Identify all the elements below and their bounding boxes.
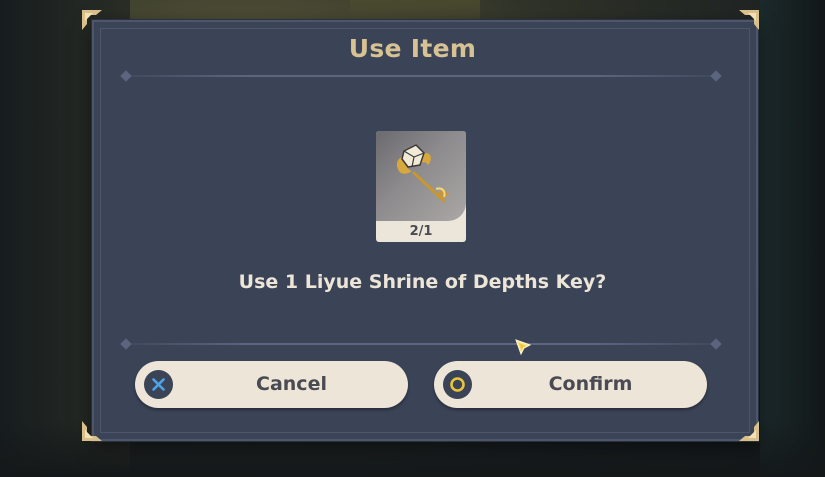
corner-ornament-icon — [738, 420, 760, 442]
confirm-question: Use 1 Liyue Shrine of Depths Key? — [238, 271, 607, 293]
background-right — [760, 0, 825, 477]
golden-key-icon — [376, 131, 466, 221]
cursor-icon — [514, 338, 532, 356]
cross-button-icon — [144, 370, 173, 399]
corner-ornament-icon — [81, 420, 103, 442]
circle-button-icon — [443, 370, 472, 399]
confirm-button[interactable]: Confirm — [434, 361, 707, 408]
cancel-label: Cancel — [256, 373, 327, 395]
title-divider — [118, 69, 724, 83]
corner-ornament-icon — [81, 9, 103, 31]
corner-ornament-icon — [738, 9, 760, 31]
item-count: 2/1 — [409, 224, 433, 239]
item-card: 2/1 — [376, 131, 466, 242]
game-scene: Use Item 2/1 Use 1 Liyue Shrine of Depth… — [0, 0, 825, 477]
cancel-button[interactable]: Cancel — [135, 361, 408, 408]
confirm-label: Confirm — [548, 373, 633, 395]
buttons-divider — [118, 337, 724, 351]
dialog-title: Use Item — [348, 34, 477, 63]
